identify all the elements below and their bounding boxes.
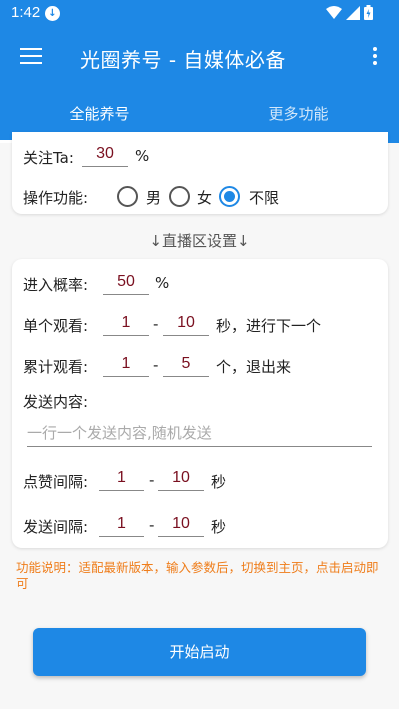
- like-interval-label: 点赞间隔:: [23, 473, 89, 491]
- radio-male[interactable]: [117, 186, 138, 207]
- single-watch-max-input[interactable]: 10: [163, 312, 209, 336]
- start-button[interactable]: 开始启动: [33, 628, 366, 676]
- operation-label: 操作功能:: [23, 189, 89, 207]
- range-dash: -: [153, 356, 159, 374]
- follow-label: 关注Ta:: [23, 149, 74, 167]
- radio-male-label: 男: [146, 189, 162, 207]
- total-watch-min-input[interactable]: 1: [103, 353, 149, 377]
- send-interval-label: 发送间隔:: [23, 518, 89, 536]
- total-watch-max-input[interactable]: 5: [163, 353, 209, 377]
- feature-note: 功能说明：适配最新版本，输入参数后，切换到主页，点击启动即可: [16, 560, 379, 591]
- like-interval-suffix: 秒: [211, 473, 227, 491]
- send-content-label: 发送内容:: [23, 393, 89, 411]
- range-dash: -: [149, 516, 155, 534]
- status-bar: 1:42 ↓: [0, 0, 399, 28]
- like-interval-max-input[interactable]: 10: [158, 467, 204, 491]
- app-bar: 光圈养号 - 自媒体必备: [0, 28, 399, 86]
- menu-icon[interactable]: [20, 48, 42, 65]
- radio-unlimited[interactable]: [219, 186, 240, 207]
- send-interval-max-input[interactable]: 10: [158, 513, 204, 537]
- more-options-icon[interactable]: [372, 47, 378, 67]
- send-content-input[interactable]: 一行一个发送内容,随机发送: [27, 422, 372, 447]
- live-section-title: ↓直播区设置↓: [149, 232, 250, 250]
- status-time: 1:42: [11, 4, 41, 21]
- enter-prob-label: 进入概率:: [23, 276, 89, 294]
- enter-prob-unit: %: [155, 274, 170, 292]
- single-watch-min-input[interactable]: 1: [103, 312, 149, 336]
- download-icon: ↓: [45, 6, 60, 21]
- range-dash: -: [149, 471, 155, 489]
- single-watch-label: 单个观看:: [23, 317, 89, 335]
- single-watch-suffix: 秒，进行下一个: [216, 317, 322, 335]
- range-dash: -: [153, 315, 159, 333]
- follow-input[interactable]: 30: [82, 143, 128, 167]
- send-interval-min-input[interactable]: 1: [99, 513, 144, 537]
- radio-female[interactable]: [169, 186, 190, 207]
- total-watch-label: 累计观看:: [23, 358, 89, 376]
- signal-icon: [346, 5, 360, 20]
- battery-icon: [364, 5, 373, 20]
- wifi-icon: [326, 5, 342, 19]
- follow-unit: %: [135, 147, 150, 165]
- radio-unlimited-label: 不限: [249, 189, 280, 207]
- total-watch-suffix: 个，退出来: [216, 358, 292, 376]
- app-title: 光圈养号 - 自媒体必备: [80, 48, 286, 72]
- send-interval-suffix: 秒: [211, 518, 227, 536]
- enter-prob-input[interactable]: 50: [103, 271, 149, 295]
- status-icons: [326, 5, 373, 20]
- radio-female-label: 女: [197, 189, 213, 207]
- like-interval-min-input[interactable]: 1: [99, 467, 144, 491]
